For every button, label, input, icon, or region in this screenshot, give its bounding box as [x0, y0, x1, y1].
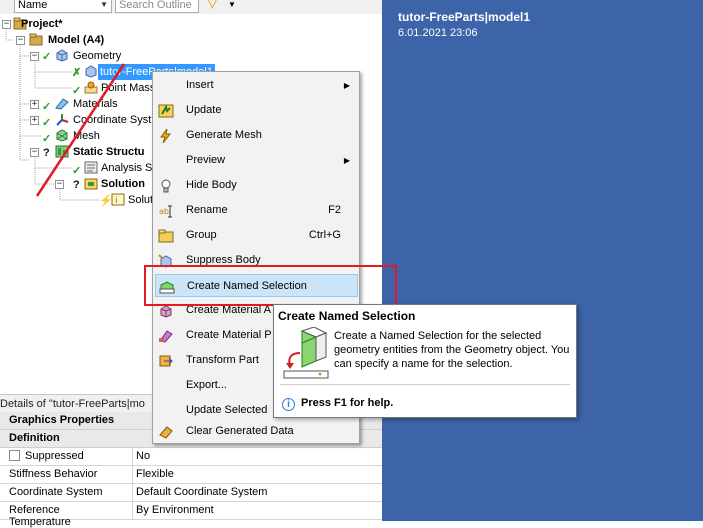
tooltip-title: Create Named Selection [278, 309, 416, 323]
menu-item-label: Hide Body [186, 179, 237, 191]
details-key: Reference Temperature [0, 502, 133, 528]
menu-item-label: Generate Mesh [186, 129, 262, 141]
eraser-icon [159, 426, 173, 439]
menu-item-clear-generated-data[interactable]: Clear Generated Data [155, 420, 358, 443]
named-selection-illustration-icon [283, 327, 329, 379]
menu-item-label: Export... [186, 379, 227, 391]
details-row-suppressed[interactable]: Suppressed No [0, 448, 382, 466]
annotation-highlight-box [144, 265, 397, 306]
menu-item-rename[interactable]: ab Rename F2 [155, 199, 358, 222]
details-row-stiffness-behavior[interactable]: Stiffness Behavior Flexible [0, 466, 382, 484]
transform-icon [159, 355, 173, 367]
info-icon: i [282, 398, 295, 411]
menu-item-label: Rename [186, 204, 228, 216]
menu-item-label: Clear Generated Data [186, 425, 294, 437]
outline-toolbar: Name ▼ Search Outline ▽ ▼ [0, 0, 382, 14]
update-icon [158, 104, 174, 118]
menu-item-label: Create Material P [186, 329, 272, 341]
graphics-viewport[interactable]: tutor-FreeParts|model1 6.01.2021 23:06 [382, 0, 703, 521]
material-plot-icon [159, 330, 173, 343]
submenu-arrow-icon: ▶ [343, 81, 350, 90]
details-row-reference-temperature[interactable]: Reference Temperature By Environment [0, 502, 382, 528]
model-date: 6.01.2021 23:06 [398, 27, 478, 39]
menu-item-label: Update [186, 104, 222, 116]
details-value[interactable]: No [136, 450, 150, 462]
lightning-icon [160, 129, 172, 143]
details-row-coordinate-system[interactable]: Coordinate System Default Coordinate Sys… [0, 484, 382, 502]
tooltip-description: Create a Named Selection for the selecte… [334, 330, 570, 370]
menu-item-generate-mesh[interactable]: Generate Mesh [155, 124, 358, 147]
menu-item-preview[interactable]: Preview ▶ [155, 149, 358, 172]
details-key: Stiffness Behavior [0, 466, 133, 484]
rename-icon: ab [159, 205, 172, 218]
chevron-down-icon: ▼ [100, 0, 108, 9]
filter-dropdown-icon[interactable]: ▼ [228, 0, 236, 9]
tooltip-divider [280, 384, 570, 385]
details-value[interactable]: Default Coordinate System [136, 486, 267, 498]
menu-item-label: Insert [186, 79, 214, 91]
menu-item-group[interactable]: Group Ctrl+G [155, 224, 358, 247]
menu-item-shortcut: Ctrl+G [308, 229, 341, 241]
details-key: Suppressed [0, 448, 133, 466]
group-title: Graphics Properties [9, 414, 115, 426]
folder-icon [158, 229, 174, 243]
menu-item-shortcut: F2 [328, 204, 341, 216]
tooltip-help-text: Press F1 for help. [301, 397, 394, 409]
menu-item-label: Group [186, 229, 217, 241]
details-value[interactable]: By Environment [136, 504, 214, 516]
suppressed-checkbox[interactable] [9, 450, 20, 461]
details-title: Details of "tutor-FreeParts|mo [0, 398, 145, 410]
name-filter-select[interactable]: Name ▼ [14, 0, 112, 13]
details-key: Coordinate System [0, 484, 133, 502]
details-value[interactable]: Flexible [136, 468, 174, 480]
lightbulb-icon [161, 179, 171, 193]
menu-item-insert[interactable]: Insert ▶ [155, 74, 358, 97]
menu-item-hide-body[interactable]: Hide Body [155, 174, 358, 197]
filter-icon[interactable]: ▽ [207, 0, 218, 11]
menu-item-label: Update Selected [186, 404, 268, 416]
model-title: tutor-FreeParts|model1 [398, 10, 531, 24]
search-outline-input[interactable]: Search Outline [115, 0, 199, 13]
submenu-arrow-icon: ▶ [343, 156, 350, 165]
tooltip: Create Named Selection Create a Named Se… [273, 304, 577, 418]
name-filter-value: Name [18, 0, 48, 11]
group-title: Definition [9, 432, 60, 444]
menu-item-update[interactable]: Update [155, 99, 358, 122]
menu-item-label: Transform Part [186, 354, 259, 366]
key-text: Suppressed [25, 450, 84, 462]
tree-connector-lines [5, 30, 99, 201]
svg-text:ab: ab [159, 207, 169, 216]
menu-item-label: Preview [186, 154, 226, 166]
material-icon [160, 305, 172, 318]
